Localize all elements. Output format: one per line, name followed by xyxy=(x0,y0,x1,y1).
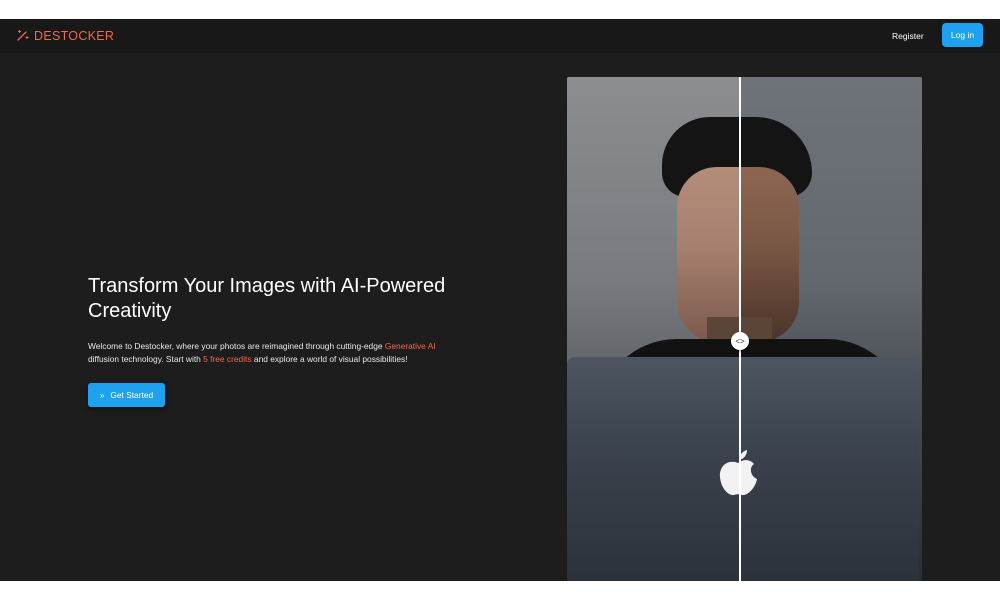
register-link[interactable]: Register xyxy=(892,29,924,43)
free-credits-highlight: 5 free credits xyxy=(203,354,252,364)
hero-desc-text-1: Welcome to Destocker, where your photos … xyxy=(88,341,385,351)
comparison-divider[interactable] xyxy=(739,77,741,581)
generative-ai-highlight: Generative AI xyxy=(384,341,436,351)
get-started-button[interactable]: » Get Started xyxy=(88,383,165,407)
person-face-after xyxy=(739,167,799,342)
login-button[interactable]: Log in xyxy=(942,23,983,47)
person-face-before xyxy=(677,167,739,342)
apple-logo-icon xyxy=(719,450,757,496)
hero-title: Transform Your Images with AI-Powered Cr… xyxy=(88,275,446,322)
magic-wand-icon xyxy=(17,29,29,44)
brand-name: DESTOCKER xyxy=(34,29,115,43)
code-arrows-icon: <> xyxy=(735,336,745,346)
app-root: DESTOCKER Register Log in Transform Your… xyxy=(0,19,1000,581)
hero-desc-text-2: diffusion technology. Start with xyxy=(88,354,204,364)
get-started-label: Get Started xyxy=(110,390,154,400)
top-navbar: DESTOCKER Register Log in xyxy=(0,19,1000,53)
before-after-image-comparison[interactable]: <> xyxy=(567,77,922,581)
hero-description: Welcome to Destocker, where your photos … xyxy=(88,340,468,366)
hero-desc-text-3: and explore a world of visual possibilit… xyxy=(251,354,408,364)
brand-logo[interactable]: DESTOCKER xyxy=(17,28,114,44)
comparison-slider-handle[interactable]: <> xyxy=(731,332,749,350)
double-chevron-right-icon: » xyxy=(99,390,105,400)
